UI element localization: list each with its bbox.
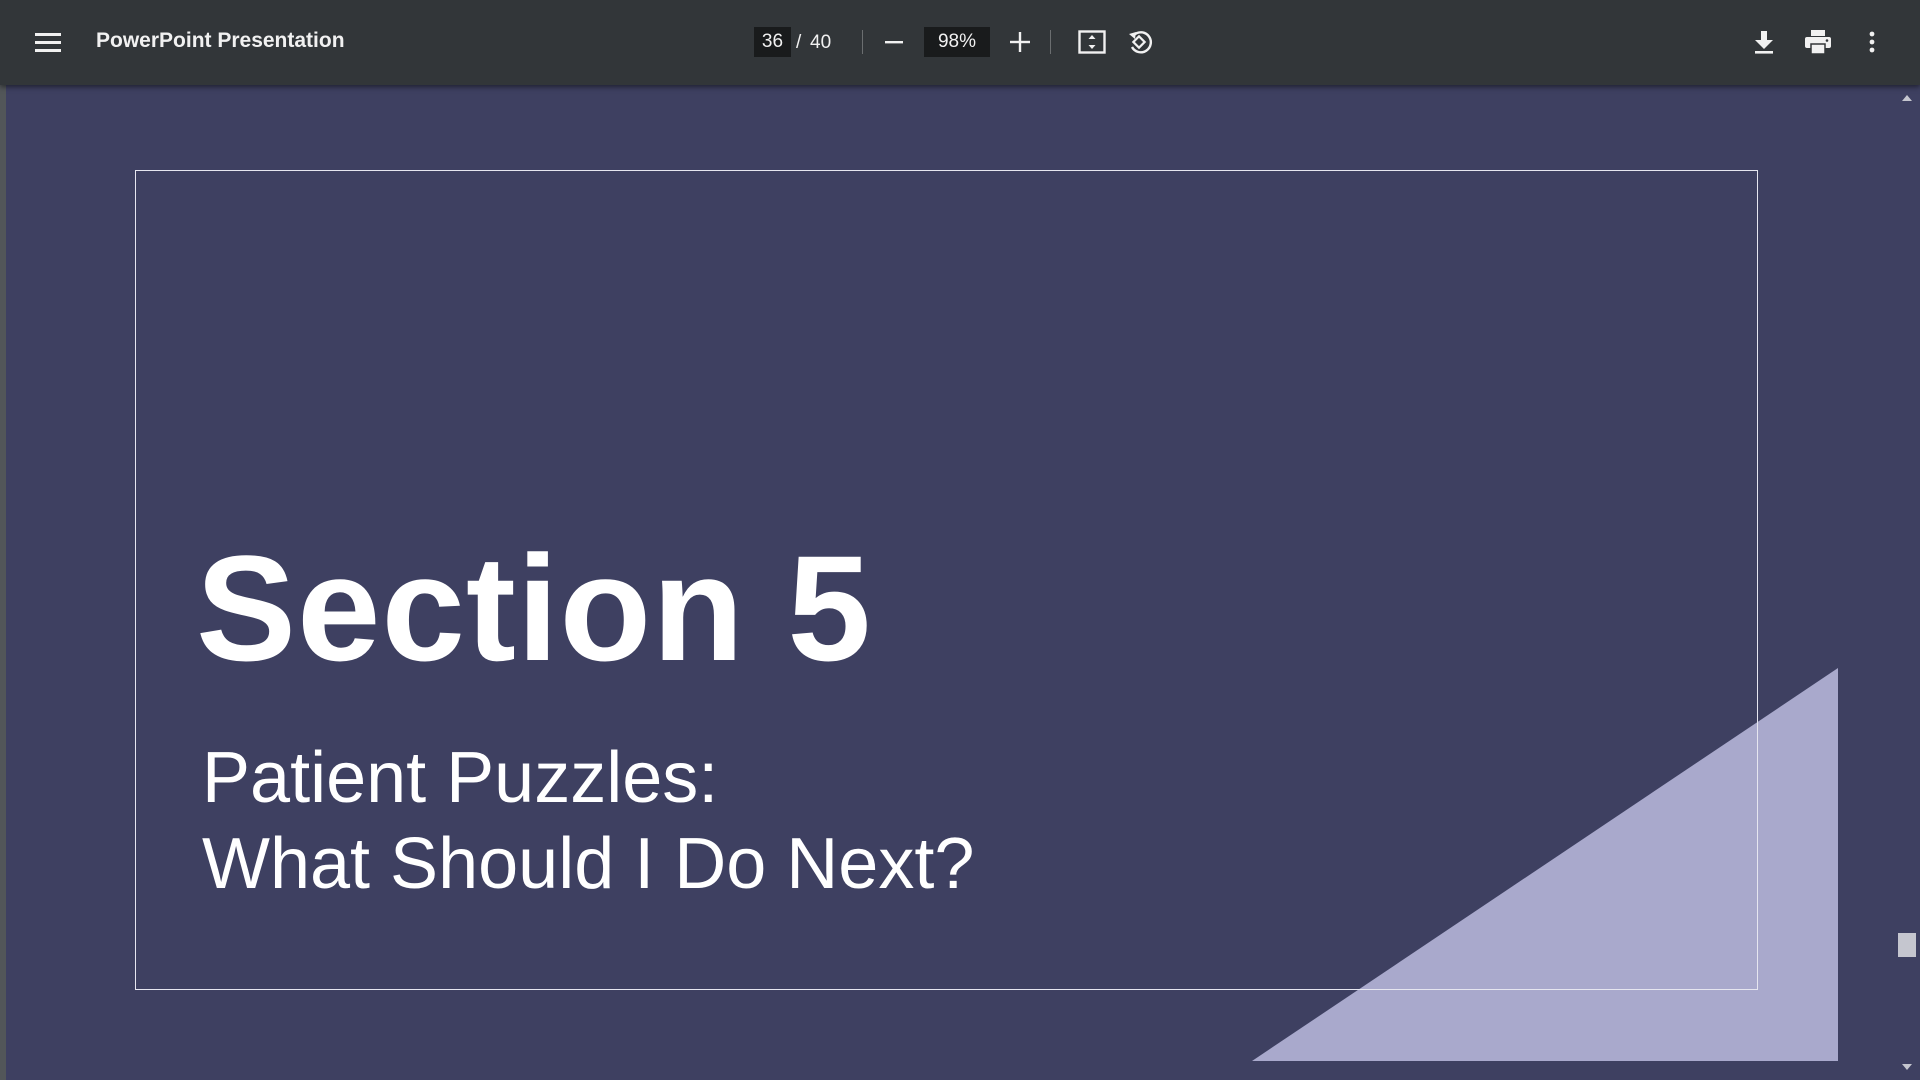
slide-subtitle: Patient Puzzles: What Should I Do Next? [202,735,974,907]
menu-button[interactable] [28,22,68,62]
download-icon [1755,31,1773,54]
hamburger-menu-icon [35,33,61,52]
slide-page: Section 5 Patient Puzzles: What Should I… [6,85,1894,1080]
toolbar-divider [1050,30,1051,54]
fit-to-page-icon [1078,30,1106,54]
pdf-viewer: Section 5 Patient Puzzles: What Should I… [0,85,1920,1080]
zoom-out-button[interactable] [874,22,914,62]
rotate-counterclockwise-icon [1129,31,1153,54]
more-vertical-icon [1869,31,1875,53]
page-number-input[interactable] [754,27,791,57]
print-icon [1805,30,1831,55]
zoom-in-button[interactable] [1000,22,1040,62]
page-separator: / [796,32,802,53]
print-button[interactable] [1798,22,1838,62]
more-actions-button[interactable] [1852,22,1892,62]
scroll-down-arrow-icon[interactable] [1900,1060,1914,1074]
minus-icon [885,41,903,44]
total-pages: 40 [810,32,832,53]
pdf-toolbar: PowerPoint Presentation / 40 [0,0,1920,85]
scroll-up-arrow-icon[interactable] [1900,91,1914,105]
plus-icon [1010,32,1030,52]
zoom-level-input[interactable] [924,27,990,57]
document-title: PowerPoint Presentation [96,29,345,52]
rotate-button[interactable] [1120,22,1160,62]
download-button[interactable] [1744,22,1784,62]
scrollbar-thumb[interactable] [1898,933,1916,957]
subtitle-line-2: What Should I Do Next? [202,824,975,904]
fit-to-page-button[interactable] [1072,22,1112,62]
vertical-scrollbar[interactable] [1894,85,1920,1080]
slide-title: Section 5 [196,524,872,692]
subtitle-line-1: Patient Puzzles: [202,738,719,818]
toolbar-divider [862,30,863,54]
